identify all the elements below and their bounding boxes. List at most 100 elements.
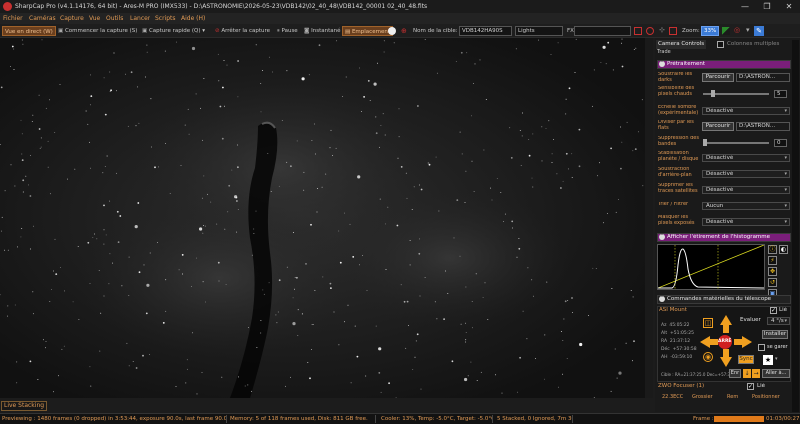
hot-pixel-value[interactable]: 5	[774, 90, 787, 98]
star	[40, 146, 42, 148]
star	[144, 76, 146, 78]
chevron-down-icon[interactable]: ▾	[775, 356, 778, 362]
pin-icon[interactable]: ✎	[754, 26, 764, 36]
banding-slider-track[interactable]	[703, 142, 769, 144]
fx-select[interactable]	[574, 26, 631, 36]
banding-slider-thumb[interactable]	[703, 139, 707, 146]
arrow-down-small-icon[interactable]: ↓	[743, 369, 751, 378]
star	[484, 282, 486, 284]
menu-cameras[interactable]: Caméras	[29, 15, 56, 22]
live-view-button[interactable]: Vue en direct (W)	[2, 26, 56, 36]
star	[490, 187, 492, 189]
tab-camera-controls[interactable]: Camera Controls	[656, 40, 706, 49]
browse-darks-button[interactable]: Parcourir	[702, 73, 734, 82]
banding-value[interactable]: 0	[774, 139, 787, 147]
histogram-reset-icon[interactable]: ↺	[768, 278, 777, 287]
coord-dec-key: Déc	[661, 347, 670, 352]
flats-path-field[interactable]: D:\ASTRON...	[736, 122, 790, 131]
park-checkbox[interactable]	[758, 344, 765, 351]
crosshair-icon[interactable]: ⊹	[659, 26, 665, 34]
start-capture-button[interactable]: ▣ Commencer la capture (S)	[56, 26, 139, 36]
histogram-move-icon[interactable]: ✥	[768, 267, 777, 276]
histogram-auto-stretch-icon[interactable]: ⚡	[768, 256, 777, 265]
frame-type-select[interactable]: Lights	[515, 26, 563, 36]
mask-pixels-label: Masquer les pixels exposés	[658, 215, 695, 226]
live-stacking-tab[interactable]: Live Stacking	[1, 401, 48, 411]
menu-fichier[interactable]: Fichier	[3, 15, 23, 22]
star	[521, 135, 523, 137]
stop-capture-button[interactable]: ⊘ Arrêter la capture	[213, 26, 272, 36]
panel-scrollbar[interactable]	[792, 40, 799, 412]
pause-button[interactable]: ⏸ Pause	[275, 26, 300, 36]
star	[464, 377, 468, 382]
histogram-header[interactable]: ˄ Afficher l'étirement de l'histogramme	[657, 233, 791, 242]
focuser-col-2: Rem	[727, 394, 739, 400]
snapshot-button[interactable]: ◙ Instantané	[302, 26, 342, 36]
menu-scripts[interactable]: Scripts	[155, 15, 176, 22]
star	[154, 166, 156, 169]
star-icon[interactable]: ★	[763, 355, 773, 365]
star	[253, 228, 255, 230]
zoom-select[interactable]: 33%	[701, 26, 719, 36]
multi-columns-checkbox[interactable]	[717, 41, 724, 48]
satellite-trails-select[interactable]: Désactivé	[702, 186, 790, 194]
goto-button[interactable]: Aller à...	[762, 369, 790, 378]
quick-capture-button[interactable]: ▣ Capture rapide (Q) ▾	[140, 26, 207, 36]
histogram-icon[interactable]	[722, 27, 730, 35]
star	[146, 283, 150, 287]
placement-button[interactable]: ▤ Emplacement	[342, 26, 393, 36]
darks-path-field[interactable]: D:\ASTRON...	[736, 73, 790, 82]
star	[528, 154, 531, 157]
chevron-down-icon[interactable]: ▾	[746, 26, 750, 34]
arrow-left-icon[interactable]	[700, 336, 710, 348]
hot-pixel-slider-thumb[interactable]	[711, 90, 715, 97]
install-button[interactable]: Installer	[762, 330, 788, 339]
center-target-icon[interactable]: ◉	[703, 352, 713, 362]
frame-outline-icon[interactable]	[634, 27, 642, 35]
menu-capture[interactable]: Capture	[60, 15, 84, 22]
arrow-up-icon[interactable]	[720, 315, 732, 325]
star	[515, 48, 517, 50]
histogram-plot[interactable]	[657, 244, 765, 290]
save-position-button[interactable]: Enr	[729, 369, 741, 378]
menu-vue[interactable]: Vue	[89, 15, 100, 22]
image-vertical-scrollbar[interactable]	[645, 38, 653, 398]
telescope-header[interactable]: ˄ Commandes matérielles du télescope	[657, 295, 791, 304]
maximize-button[interactable]: ❐	[757, 1, 777, 12]
slew-rate-select[interactable]: 4 °/s	[767, 317, 790, 325]
target-name-input[interactable]: VDB142HA90S	[459, 26, 512, 36]
menu-aide[interactable]: Aide (H)	[181, 15, 205, 22]
star	[566, 357, 568, 359]
stop-slew-button[interactable]: ARRÊTE	[718, 335, 732, 349]
arrow-right-small-icon[interactable]: →	[752, 369, 760, 378]
preprocessing-header[interactable]: ˄ Prétraitement	[657, 60, 791, 69]
arrow-right-icon[interactable]	[742, 336, 752, 348]
sync-button[interactable]: Sync	[738, 355, 754, 364]
histogram-contrast-icon[interactable]: ◐	[779, 245, 788, 254]
sort-filter-select[interactable]: Aucun	[702, 202, 790, 210]
mount-connected-checkbox[interactable]: ✓	[770, 307, 777, 314]
histogram-graph	[657, 244, 765, 289]
mask-pixels-select[interactable]: Désactivé	[702, 218, 790, 226]
camera-image-view[interactable]	[0, 38, 653, 398]
focuser-connected-checkbox[interactable]: ✓	[747, 383, 754, 390]
circle-outline-icon[interactable]	[646, 27, 654, 35]
background-subtraction-select[interactable]: Désactivé	[702, 170, 790, 178]
focus-target-icon[interactable]: ◎	[734, 26, 740, 34]
close-button[interactable]: ✕	[779, 1, 799, 12]
arrow-down-icon[interactable]	[720, 357, 732, 367]
disk-stabilization-label: Stabilisation planète / disque	[658, 151, 699, 162]
grid-icon[interactable]	[669, 27, 677, 35]
minimize-button[interactable]: —	[735, 1, 755, 12]
disk-stabilization-select[interactable]: Désactivé	[702, 154, 790, 162]
menu-outils[interactable]: Outils	[106, 15, 123, 22]
star	[247, 327, 249, 329]
spiral-search-icon[interactable]: ◫	[703, 318, 713, 328]
background-subtraction-label: Soustraction d'arrière-plan	[658, 167, 692, 178]
dark-scale-select[interactable]: Désactivé	[702, 107, 790, 115]
star	[138, 122, 140, 124]
browse-flats-button[interactable]: Parcourir	[702, 122, 734, 131]
histogram-info-icon[interactable]: ⓘ	[768, 245, 777, 254]
record-icon[interactable]	[388, 27, 396, 35]
menu-lancer[interactable]: Lancer	[130, 15, 150, 22]
